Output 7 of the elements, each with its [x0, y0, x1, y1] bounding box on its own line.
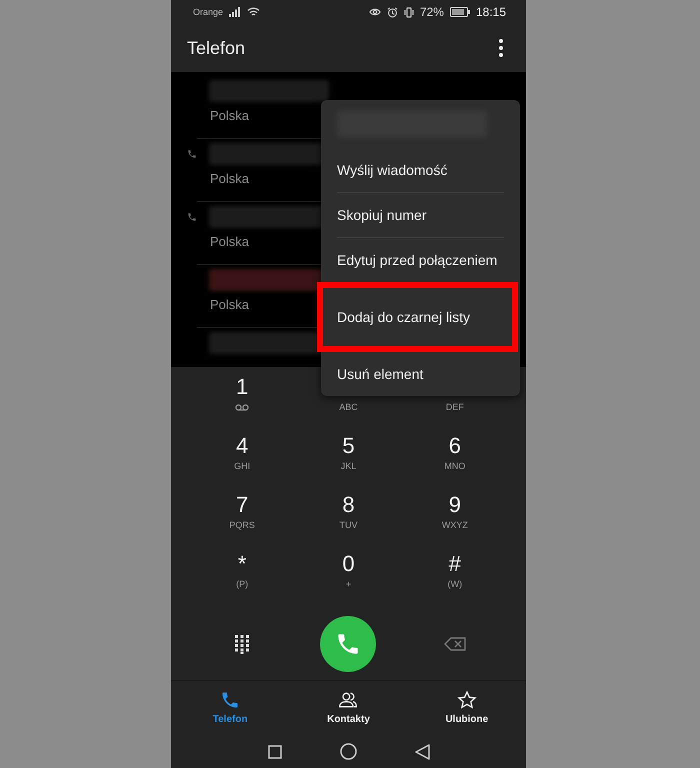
app-title: Telefon: [187, 38, 246, 59]
carrier-name: Orange: [193, 7, 224, 18]
clock-time: 18:15: [476, 5, 506, 20]
call-location: Polska: [210, 296, 250, 312]
call-location: Polska: [210, 234, 250, 249]
battery-percent: 72%: [420, 5, 444, 20]
call-location: Polska: [210, 108, 250, 123]
